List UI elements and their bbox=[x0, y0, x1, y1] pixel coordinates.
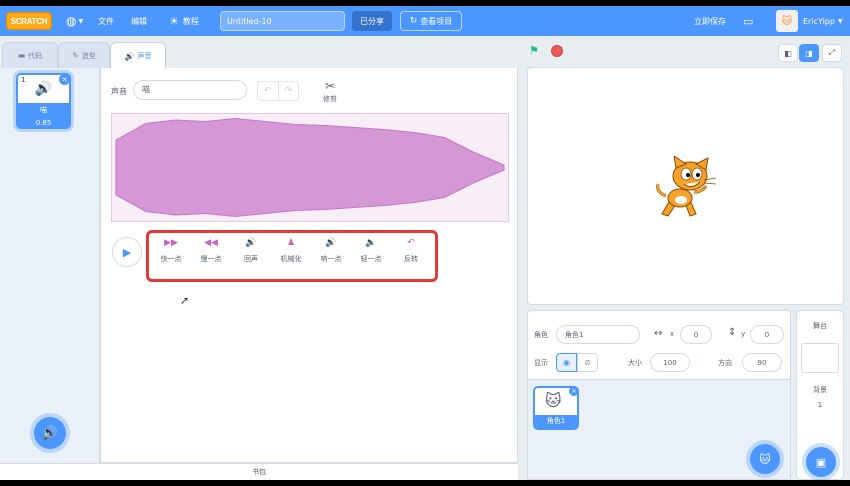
direction-input[interactable]: 90 bbox=[742, 353, 782, 372]
add-sound-button[interactable]: 🔊 bbox=[34, 417, 66, 449]
chevron-down-icon: ▼ bbox=[78, 17, 84, 25]
scratch-logo[interactable]: SCRATCH bbox=[6, 12, 52, 30]
backdrops-count: 1 bbox=[817, 401, 823, 409]
show-sprite-button[interactable]: ◉ bbox=[556, 353, 577, 372]
tab-sounds[interactable]: 🔊 声音 bbox=[110, 42, 166, 69]
fullscreen-button[interactable]: ⤢ bbox=[822, 44, 842, 62]
x-input[interactable]: 0 bbox=[680, 325, 712, 344]
sprite-item-name: 角色1 bbox=[535, 415, 577, 428]
sprite-item[interactable]: ✕ 🐱 角色1 bbox=[533, 386, 579, 430]
green-flag-icon[interactable]: ⚑ bbox=[529, 44, 539, 57]
play-icon: ▶ bbox=[122, 245, 132, 259]
redo-button[interactable]: ↷ bbox=[279, 82, 299, 100]
share-button[interactable]: 已分享 bbox=[352, 11, 392, 31]
sprite-name-input[interactable]: 角色1 bbox=[556, 325, 640, 344]
scratch-editor: SCRATCH ◍ ▼ 文件 编辑 ☀ 教程 Untitled-10 已分享 ↻ … bbox=[0, 6, 850, 480]
folder-icon: ▭ bbox=[743, 14, 754, 28]
sound-name-input[interactable]: 喵 bbox=[133, 80, 247, 100]
globe-icon: ◍ bbox=[66, 14, 77, 28]
avatar[interactable]: 🐱 bbox=[776, 10, 798, 32]
cat-sprite-icon[interactable] bbox=[654, 156, 720, 222]
code-icon: ▬ bbox=[17, 51, 26, 60]
backpack-header[interactable]: 书包 bbox=[0, 463, 518, 480]
sound-item-duration: 0.85 bbox=[18, 117, 69, 129]
scissors-icon: ✂ bbox=[324, 79, 336, 93]
normal-stage-button[interactable]: ◨ bbox=[799, 44, 819, 62]
add-sound-icon: 🔊 bbox=[41, 425, 59, 441]
small-stage-icon: ◧ bbox=[784, 48, 792, 58]
image-add-icon: ▣ bbox=[815, 455, 827, 469]
save-now-button[interactable]: 立即保存 bbox=[694, 6, 726, 36]
trim-label: 修剪 bbox=[323, 95, 337, 103]
stop-icon[interactable] bbox=[551, 45, 563, 57]
sprite-name-label: 角色 bbox=[534, 331, 548, 339]
size-input[interactable]: 100 bbox=[650, 353, 690, 372]
tutorials-menu[interactable]: ☀ 教程 bbox=[169, 6, 199, 36]
chevron-down-icon: ▼ bbox=[837, 17, 843, 25]
y-input[interactable]: 0 bbox=[750, 325, 784, 344]
undo-redo-group: ↶ ↷ bbox=[257, 81, 299, 101]
show-label: 显示 bbox=[534, 359, 548, 367]
file-menu[interactable]: 文件 bbox=[98, 6, 114, 36]
account-menu[interactable]: EricYipp ▼ bbox=[803, 6, 843, 36]
see-project-label: 查看项目 bbox=[420, 16, 453, 26]
eye-slash-icon: ⊘ bbox=[584, 358, 591, 367]
waveform-path bbox=[115, 117, 505, 218]
direction-label: 方向 bbox=[718, 359, 732, 367]
x-label: x bbox=[670, 330, 675, 338]
lightbulb-icon: ☀ bbox=[169, 14, 179, 28]
stage-selector[interactable]: 舞台 背景 1 ▣ bbox=[796, 310, 844, 480]
username: EricYipp bbox=[803, 16, 835, 26]
sprite-info-panel: 角色 角色1 ↔ x 0 ↕ y 0 显示 ◉ ⊘ 大小 100 方向 90 bbox=[527, 310, 791, 380]
size-label: 大小 bbox=[628, 359, 642, 367]
speaker-icon: 🔊 bbox=[124, 51, 135, 61]
mouse-cursor-icon: ➚ bbox=[180, 294, 190, 307]
annotation-highlight bbox=[146, 230, 438, 282]
delete-sprite-icon[interactable]: ✕ bbox=[569, 386, 579, 396]
sound-list: 1 ✕ 🔊 喵 0.85 🔊 bbox=[0, 68, 100, 480]
brush-icon: ✎ bbox=[72, 51, 79, 60]
play-button[interactable]: ▶ bbox=[112, 237, 142, 267]
sound-item-name: 喵 bbox=[18, 103, 69, 117]
redo-icon: ↷ bbox=[284, 86, 293, 96]
tab-code[interactable]: ▬ 代码 bbox=[2, 42, 58, 68]
refresh-icon: ↻ bbox=[409, 16, 418, 26]
tutorials-label: 教程 bbox=[182, 16, 199, 26]
x-arrow-icon: ↔ bbox=[654, 328, 663, 339]
cat-thumbnail-icon: 🐱 bbox=[545, 391, 562, 410]
cat-add-icon: 🐱 bbox=[759, 452, 771, 466]
edit-menu[interactable]: 编辑 bbox=[131, 6, 147, 36]
undo-icon: ↶ bbox=[263, 86, 272, 96]
tab-costumes-label: 造型 bbox=[81, 51, 96, 60]
undo-button[interactable]: ↶ bbox=[258, 82, 279, 100]
project-title-input[interactable]: Untitled-10 bbox=[220, 11, 345, 31]
waveform-area[interactable] bbox=[111, 113, 509, 222]
trim-button[interactable]: ✂ 修剪 bbox=[315, 79, 345, 104]
my-stuff-button[interactable]: ▭ bbox=[743, 6, 753, 36]
fullscreen-icon: ⤢ bbox=[828, 48, 836, 57]
stage[interactable] bbox=[527, 67, 844, 305]
y-label: y bbox=[741, 330, 746, 338]
waveform bbox=[115, 117, 505, 218]
eye-icon: ◉ bbox=[563, 358, 570, 367]
sound-item[interactable]: 1 ✕ 🔊 喵 0.85 bbox=[16, 73, 71, 129]
stage-title: 舞台 bbox=[813, 322, 827, 330]
stage-thumbnail bbox=[801, 343, 839, 373]
add-backdrop-button[interactable]: ▣ bbox=[806, 447, 836, 477]
tab-sounds-label: 声音 bbox=[137, 52, 152, 60]
language-menu[interactable]: ◍ ▼ bbox=[66, 6, 83, 36]
backdrops-label: 背景 bbox=[813, 386, 827, 394]
sound-name-label: 声音 bbox=[111, 87, 127, 96]
menu-bar: SCRATCH ◍ ▼ 文件 编辑 ☀ 教程 Untitled-10 已分享 ↻ … bbox=[0, 6, 850, 36]
see-project-button[interactable]: ↻ 查看项目 bbox=[400, 11, 462, 31]
sprite-list: ✕ 🐱 角色1 🐱 bbox=[527, 380, 791, 480]
hide-sprite-button[interactable]: ⊘ bbox=[577, 353, 598, 372]
normal-stage-icon: ◨ bbox=[805, 48, 813, 58]
tab-code-label: 代码 bbox=[28, 51, 43, 60]
small-stage-button[interactable]: ◧ bbox=[778, 44, 798, 62]
add-sprite-button[interactable]: 🐱 bbox=[750, 444, 780, 474]
y-arrow-icon: ↕ bbox=[728, 327, 737, 338]
speaker-icon: 🔊 bbox=[34, 81, 53, 97]
tab-costumes[interactable]: ✎ 造型 bbox=[58, 42, 110, 68]
